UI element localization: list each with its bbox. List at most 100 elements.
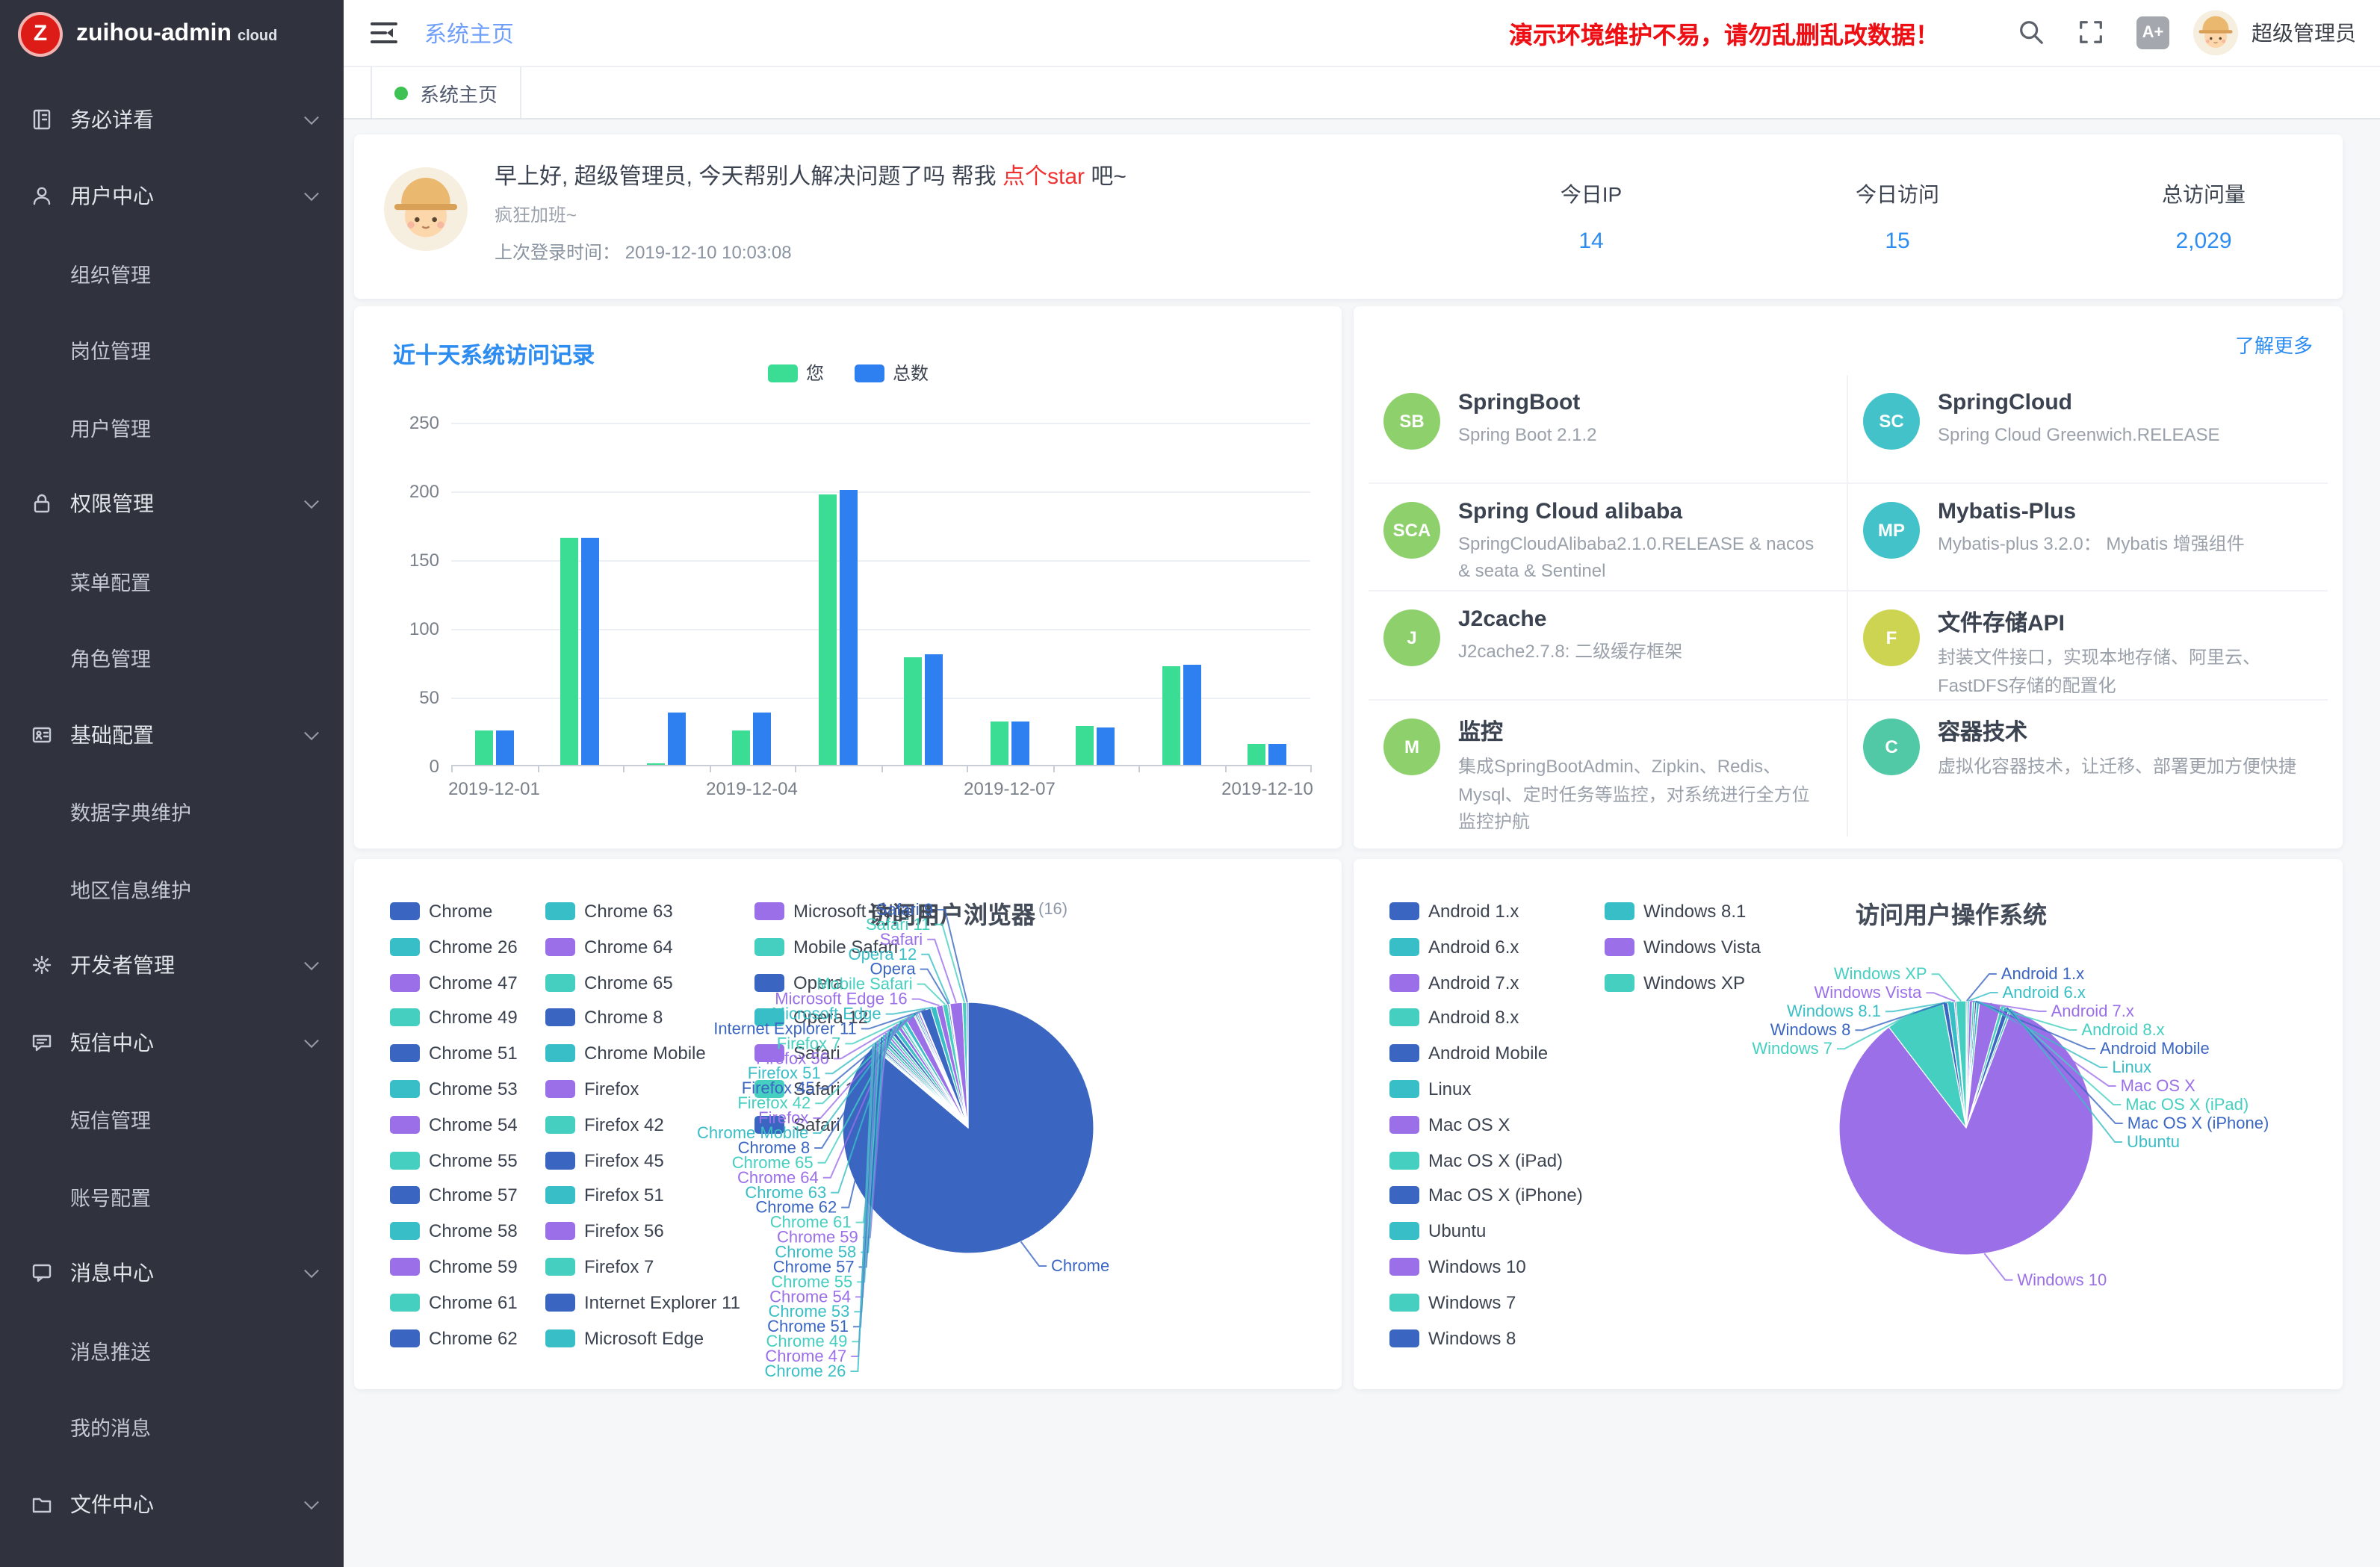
breadcrumb[interactable]: 系统主页 xyxy=(424,17,514,49)
bar[interactable] xyxy=(926,655,943,765)
sidebar-subitem[interactable]: 账号配置 xyxy=(0,1158,344,1235)
bar[interactable] xyxy=(1183,665,1201,765)
sidebar-item[interactable]: 权限管理 xyxy=(0,465,344,542)
sidebar-subitem[interactable]: 组织管理 xyxy=(0,235,344,311)
sidebar-item[interactable]: 务必详看 xyxy=(0,81,344,158)
bar[interactable] xyxy=(668,713,686,765)
product-body: Spring Cloud alibaba SpringCloudAlibaba2.… xyxy=(1458,498,1826,590)
product-item: SCSpringCloudSpring Cloud Greenwich.RELE… xyxy=(1848,375,2328,483)
sidebar-item-label: 用户中心 xyxy=(70,181,154,211)
pie-callout-label: Android 1.x xyxy=(2001,964,2084,983)
sidebar-item-label: 权限管理 xyxy=(70,489,154,519)
sidebar-item[interactable]: 短信中心 xyxy=(0,1004,344,1081)
sidebar-item[interactable]: 开发者管理 xyxy=(0,927,344,1004)
id-card-icon xyxy=(30,723,54,747)
sidebar-subitem[interactable]: 菜单配置 xyxy=(0,542,344,619)
product-desc: 封装文件接口，实现本地存储、阿里云、FastDFS存储的配置化 xyxy=(1938,644,2307,699)
product-badge: J xyxy=(1383,609,1440,666)
last-login: 上次登录时间： 2019-12-10 10:03:08 xyxy=(495,239,1127,264)
sidebar-item[interactable]: 文件中心 xyxy=(0,1465,344,1542)
bar[interactable] xyxy=(991,721,1008,765)
tab-home[interactable]: 系统主页 xyxy=(371,67,521,118)
y-axis-label: 100 xyxy=(388,618,439,639)
stat-label: 总访问量 xyxy=(2092,179,2316,209)
bar[interactable] xyxy=(733,730,751,765)
sidebar-subitem[interactable]: 角色管理 xyxy=(0,619,344,696)
gear-icon xyxy=(30,954,54,978)
legend-item[interactable]: 总数 xyxy=(854,360,929,385)
bar[interactable] xyxy=(754,713,772,765)
x-axis-label: 2019-12-07 xyxy=(950,778,1070,799)
greeting-suffix: 吧~ xyxy=(1085,164,1127,190)
legend-swatch xyxy=(854,364,884,382)
sidebar-subitem[interactable]: 岗位管理 xyxy=(0,311,344,388)
pie-callout-label: Mac OS X xyxy=(2121,1076,2196,1095)
bar[interactable] xyxy=(1269,744,1287,765)
bar[interactable] xyxy=(1097,727,1115,765)
x-axis-tick xyxy=(881,765,882,772)
user-avatar[interactable] xyxy=(2193,10,2238,55)
brand-text: zuihou-admin cloud xyxy=(76,20,277,47)
stat-item: 今日IP14 xyxy=(1479,179,1703,254)
bar[interactable] xyxy=(1011,722,1029,765)
bar[interactable] xyxy=(819,494,837,765)
bar[interactable] xyxy=(582,538,600,765)
bar[interactable] xyxy=(840,490,858,765)
x-axis-tick xyxy=(1310,765,1312,772)
sidebar-item-label: 文件中心 xyxy=(70,1489,154,1519)
x-axis-tick xyxy=(537,765,539,772)
product-desc: SpringCloudAlibaba2.1.0.RELEASE & nacos … xyxy=(1458,530,1826,585)
sidebar-subitem[interactable]: 短信管理 xyxy=(0,1081,344,1158)
pie-callout-line xyxy=(1984,1253,2012,1280)
product-item: JJ2cacheJ2cache2.7.8: 二级缓存框架 xyxy=(1369,592,1848,701)
bar[interactable] xyxy=(1076,727,1094,766)
star-link[interactable]: 点个star xyxy=(1002,164,1085,190)
sidebar-item[interactable]: 用户中心 xyxy=(0,158,344,235)
sidebar-item[interactable]: 基础配置 xyxy=(0,696,344,773)
x-axis-label: 2019-12-10 xyxy=(1208,778,1327,799)
sidebar-item-label: 消息中心 xyxy=(70,1259,154,1288)
product-desc: 集成SpringBootAdmin、Zipkin、Redis、Mysql、定时任… xyxy=(1458,753,1826,837)
sidebar-subitem[interactable]: 数据字典维护 xyxy=(0,773,344,850)
search-icon[interactable] xyxy=(2017,18,2047,48)
bar[interactable] xyxy=(1248,744,1266,765)
product-body: Mybatis-PlusMybatis-plus 3.2.0： Mybatis … xyxy=(1938,498,2245,590)
sidebar-subitem[interactable]: 地区信息维护 xyxy=(0,850,344,927)
sidebar-subitem[interactable]: 我的消息 xyxy=(0,1388,344,1465)
learn-more-link[interactable]: 了解更多 xyxy=(2235,330,2313,359)
menu-collapse-icon[interactable] xyxy=(368,16,400,49)
stat-item: 今日访问15 xyxy=(1785,179,2009,254)
bar[interactable] xyxy=(496,730,514,765)
bar[interactable] xyxy=(647,763,665,765)
x-axis-label: 2019-12-01 xyxy=(435,778,554,799)
sidebar-item-label: 务必详看 xyxy=(70,105,154,134)
sidebar-subitem[interactable]: 消息推送 xyxy=(0,1312,344,1388)
product-title: Spring Cloud alibaba xyxy=(1458,498,1826,524)
product-item: C容器技术虚拟化容器技术，让迁移、部署更加方便快捷 xyxy=(1848,701,2328,837)
fullscreen-icon[interactable] xyxy=(2077,18,2107,48)
products-card: 了解更多 SBSpringBootSpring Boot 2.1.2SCSpri… xyxy=(1354,306,2343,848)
sidebar-subitem[interactable]: 用户管理 xyxy=(0,388,344,465)
legend-item[interactable]: 您 xyxy=(767,360,824,385)
pie-callout-line xyxy=(1021,1241,1047,1266)
product-desc: Spring Cloud Greenwich.RELEASE xyxy=(1938,421,2220,449)
bar[interactable] xyxy=(1162,666,1180,765)
message-icon xyxy=(30,1262,54,1285)
product-title: 容器技术 xyxy=(1938,716,2296,747)
pie-callout-label: Windows 8.1 xyxy=(1787,1002,1881,1020)
username[interactable]: 超级管理员 xyxy=(2252,18,2356,48)
bar[interactable] xyxy=(475,730,493,765)
bar[interactable] xyxy=(561,538,579,765)
bar[interactable] xyxy=(905,658,923,766)
pie-callout-line xyxy=(917,984,946,1005)
chevron-down-icon xyxy=(304,956,319,971)
product-item: SCASpring Cloud alibabaSpringCloudAlibab… xyxy=(1369,483,1848,592)
brand[interactable]: Z zuihou-admin cloud xyxy=(0,0,344,67)
welcome-card: 早上好, 超级管理员, 今天帮别人解决问题了吗 帮我 点个star 吧~ 疯狂加… xyxy=(354,134,2343,299)
main-area: 系统主页 演示环境维护不易，请勿乱删乱改数据！ 超级管理员 系统主页 xyxy=(344,0,2380,1567)
product-badge: M xyxy=(1383,719,1440,775)
brand-logo-letter: Z xyxy=(34,21,47,46)
stat-value: 15 xyxy=(1785,229,2009,254)
font-size-icon[interactable] xyxy=(2136,16,2169,49)
sidebar-item[interactable]: 消息中心 xyxy=(0,1235,344,1312)
